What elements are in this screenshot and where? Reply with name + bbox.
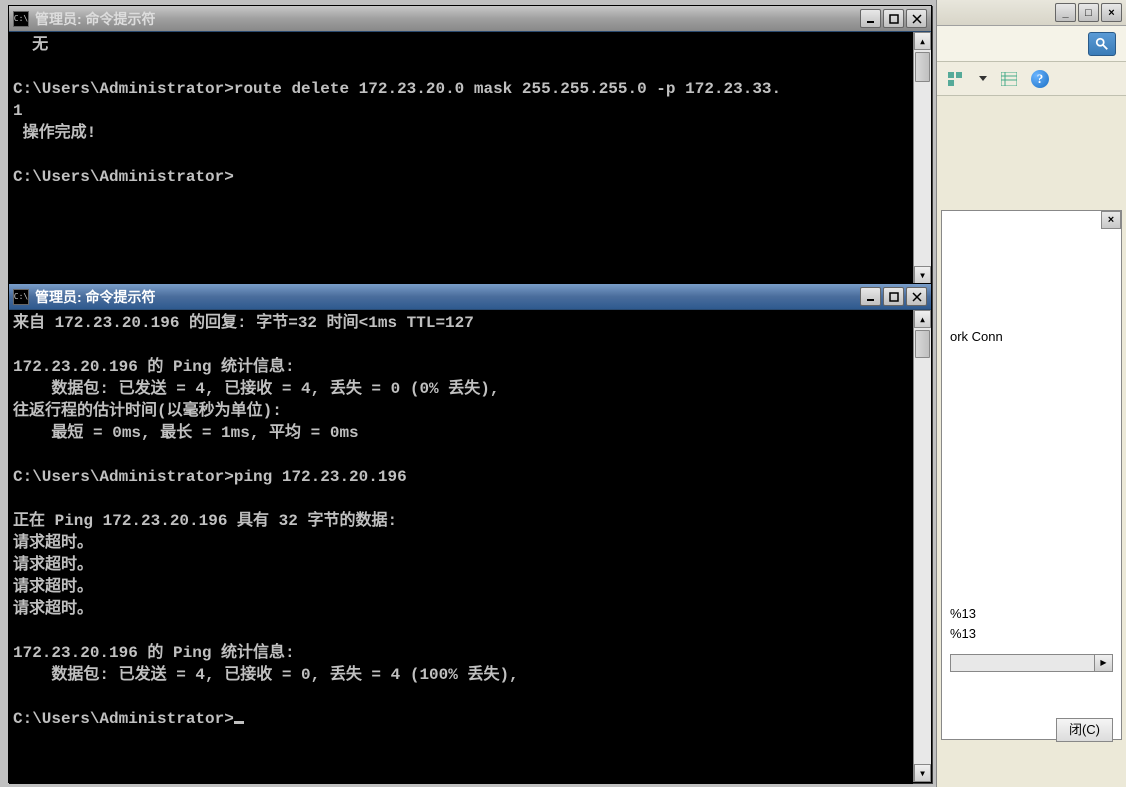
dropdown-arrow-icon[interactable] — [979, 76, 987, 81]
scroll-up-button[interactable]: ▲ — [914, 32, 931, 50]
cmd1-title: 管理员: 命令提示符 — [35, 9, 860, 29]
cmd2-titlebar[interactable]: C:\ 管理员: 命令提示符 — [9, 284, 931, 310]
cmd1-output[interactable]: 无 C:\Users\Administrator>route delete 17… — [9, 32, 913, 286]
cmd1-maximize-button[interactable] — [883, 9, 904, 28]
status-block: %13 %13 ▶ 闭(C) — [950, 604, 1113, 742]
panel-close-button[interactable]: × — [1101, 211, 1121, 229]
scroll-down-button[interactable]: ▼ — [914, 266, 931, 284]
status-line: %13 — [950, 624, 1113, 644]
cmd1-minimize-button[interactable] — [860, 9, 881, 28]
organize-icon[interactable] — [947, 69, 967, 89]
cursor — [234, 721, 244, 724]
scroll-thumb[interactable] — [915, 330, 930, 358]
bg-search-row — [937, 26, 1126, 62]
cmd-window-1: C:\ 管理员: 命令提示符 无 C:\Users\Administrator>… — [8, 5, 932, 285]
scroll-thumb[interactable] — [915, 52, 930, 82]
cmd-icon: C:\ — [13, 289, 29, 305]
horizontal-scrollbar[interactable]: ▶ — [950, 654, 1113, 672]
cmd2-minimize-button[interactable] — [860, 287, 881, 306]
scroll-up-button[interactable]: ▲ — [914, 310, 931, 328]
bg-panel: × ork Conn %13 %13 ▶ 闭(C) — [941, 210, 1122, 740]
bg-close-button[interactable]: × — [1101, 3, 1122, 22]
status-line: %13 — [950, 604, 1113, 624]
cmd2-maximize-button[interactable] — [883, 287, 904, 306]
magnifier-icon — [1095, 37, 1109, 51]
cmd2-title: 管理员: 命令提示符 — [35, 287, 860, 307]
bg-maximize-button[interactable]: □ — [1078, 3, 1099, 22]
dialog-close-button[interactable]: 闭(C) — [1056, 718, 1113, 742]
cmd1-titlebar[interactable]: C:\ 管理员: 命令提示符 — [9, 6, 931, 32]
background-window: _ □ × ? × ork Conn %13 %13 ▶ 闭(C) — [936, 0, 1126, 787]
cmd2-output[interactable]: 来自 172.23.20.196 的回复: 字节=32 时间<1ms TTL=1… — [9, 310, 913, 784]
bg-toolbar: ? — [937, 62, 1126, 96]
bg-titlebar: _ □ × — [937, 0, 1126, 26]
cmd1-close-button[interactable] — [906, 9, 927, 28]
cmd1-scrollbar[interactable]: ▲ ▼ — [913, 32, 931, 284]
views-icon[interactable] — [999, 69, 1019, 89]
cmd2-scrollbar[interactable]: ▲ ▼ — [913, 310, 931, 782]
scroll-down-button[interactable]: ▼ — [914, 764, 931, 782]
cmd-window-2: C:\ 管理员: 命令提示符 来自 172.23.20.196 的回复: 字节=… — [8, 283, 932, 783]
cmd2-close-button[interactable] — [906, 287, 927, 306]
bg-minimize-button[interactable]: _ — [1055, 3, 1076, 22]
search-button[interactable] — [1088, 32, 1116, 56]
cmd-icon: C:\ — [13, 11, 29, 27]
connection-label: ork Conn — [950, 329, 1113, 344]
help-icon[interactable]: ? — [1031, 70, 1049, 88]
scroll-right-button[interactable]: ▶ — [1094, 655, 1112, 671]
